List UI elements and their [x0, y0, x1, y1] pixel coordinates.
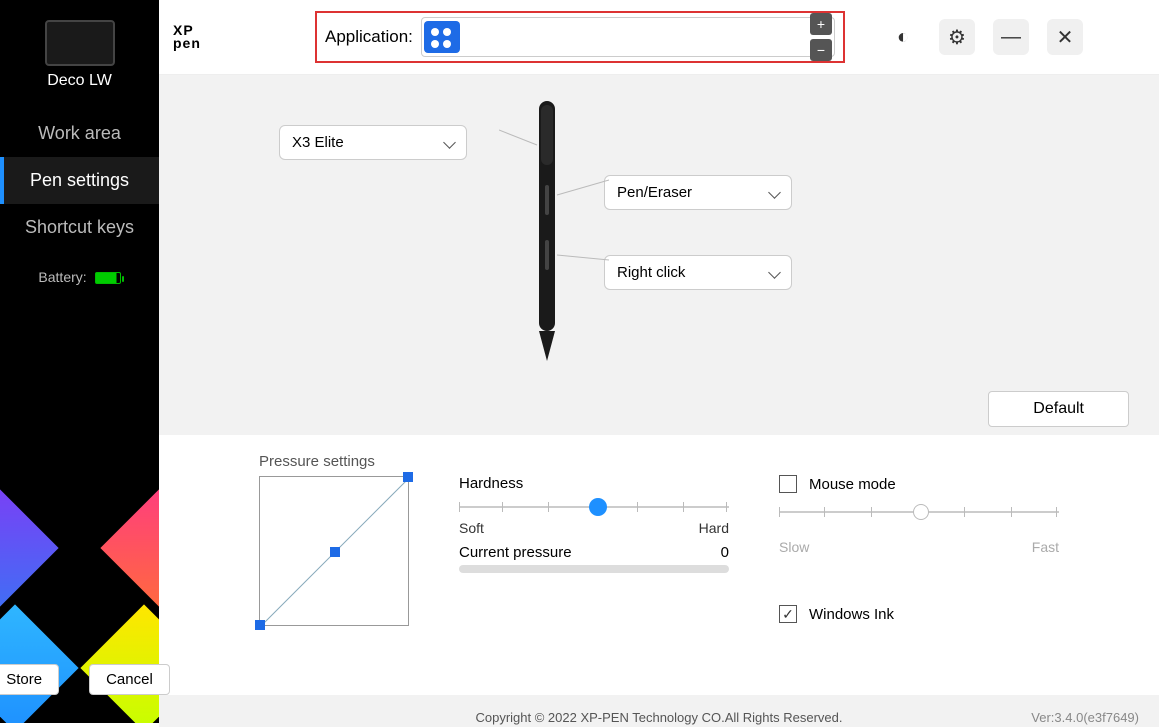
nav-work-area[interactable]: Work area [0, 110, 159, 157]
header: XP pen Application: + − ◐ ⚙ — ✕ [159, 0, 1159, 75]
pen-model-label: X3 Elite [292, 134, 344, 151]
sidebar: Deco LW Work area Pen settings Shortcut … [0, 0, 159, 723]
moon-icon[interactable]: ◐ [885, 19, 921, 55]
footer: Copyright © 2022 XP-PEN Technology CO.Al… [159, 704, 1159, 727]
nav-shortcut-keys[interactable]: Shortcut keys [0, 204, 159, 251]
application-row: Application: + − [315, 11, 845, 63]
device-name: Deco LW [0, 72, 159, 90]
slow-label: Slow [779, 539, 809, 555]
pen-illustration [499, 95, 639, 375]
mouse-mode-label: Mouse mode [809, 476, 896, 493]
hard-label: Hard [699, 520, 729, 536]
pressure-title: Pressure settings [259, 453, 409, 470]
mouse-mode-checkbox[interactable] [779, 475, 797, 493]
battery-label: Battery: [38, 269, 86, 285]
gear-icon[interactable]: ⚙ [939, 19, 975, 55]
nav-pen-settings[interactable]: Pen settings [0, 157, 159, 204]
chevron-down-icon [770, 264, 779, 281]
curve-handle-start[interactable] [255, 620, 265, 630]
store-button[interactable]: Store [0, 664, 59, 695]
windows-ink-checkbox[interactable] [779, 605, 797, 623]
battery-icon [95, 272, 121, 284]
speed-slider[interactable] [779, 503, 1059, 521]
tablet-icon [45, 20, 115, 66]
soft-label: Soft [459, 520, 484, 536]
speed-thumb[interactable] [913, 504, 929, 520]
logo: XP pen [173, 24, 225, 49]
current-pressure-value: 0 [721, 544, 729, 561]
cancel-button[interactable]: Cancel [89, 664, 170, 695]
hardness-label: Hardness [459, 475, 729, 492]
curve-handle-mid[interactable] [330, 547, 340, 557]
fast-label: Fast [1032, 539, 1059, 555]
content: X3 Elite Pen/Eraser Right click [159, 75, 1159, 723]
pen-area: X3 Elite Pen/Eraser Right click [189, 105, 1129, 435]
battery-status: Battery: [0, 269, 159, 285]
windows-ink-label: Windows Ink [809, 606, 894, 623]
curve-handle-end[interactable] [403, 472, 413, 482]
application-selector[interactable]: + − [421, 17, 835, 57]
app-chip-icon[interactable] [424, 21, 460, 53]
pressure-panel: Pressure settings Hardness Soft Hard [159, 435, 1159, 695]
close-button[interactable]: ✕ [1047, 19, 1083, 55]
chevron-down-icon [445, 134, 454, 151]
pressure-bar [459, 565, 729, 573]
pen-model-dropdown[interactable]: X3 Elite [279, 125, 467, 160]
hardness-thumb[interactable] [589, 498, 607, 516]
chevron-down-icon [770, 184, 779, 201]
pressure-curve[interactable] [259, 476, 409, 626]
application-label: Application: [325, 27, 413, 47]
main: XP pen Application: + − ◐ ⚙ — ✕ X3 Elite [159, 0, 1159, 723]
remove-application-button[interactable]: − [810, 39, 832, 61]
add-application-button[interactable]: + [810, 13, 832, 35]
minimize-button[interactable]: — [993, 19, 1029, 55]
current-pressure-label: Current pressure [459, 544, 572, 561]
default-button[interactable]: Default [988, 391, 1129, 427]
hardness-slider[interactable] [459, 498, 729, 516]
